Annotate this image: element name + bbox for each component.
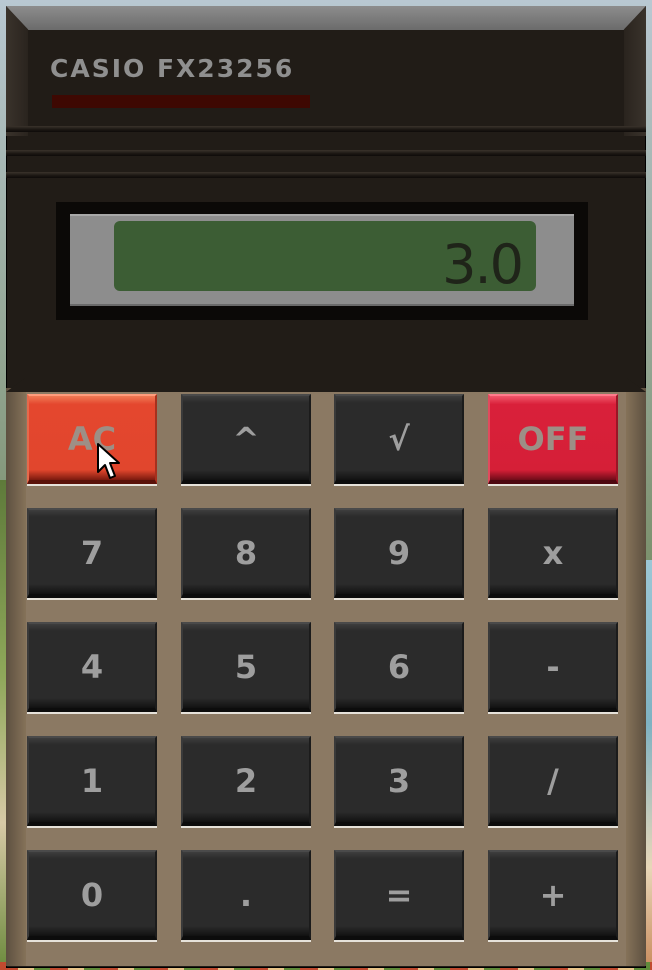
top-bevel [6,6,646,30]
subtract-button[interactable]: - [488,622,618,712]
digit-6-button[interactable]: 6 [334,622,464,712]
keypad-top-edge [6,378,646,392]
body-ridge [6,126,646,132]
digit-1-button[interactable]: 1 [27,736,157,826]
digit-0-button[interactable]: 0 [27,850,157,940]
mouse-cursor-icon [97,443,120,479]
divide-button[interactable]: / [488,736,618,826]
display-value: 3.0 [442,233,524,296]
digit-3-button[interactable]: 3 [334,736,464,826]
keypad-right-edge [626,388,646,966]
digit-4-button[interactable]: 4 [27,622,157,712]
digit-7-button[interactable]: 7 [27,508,157,598]
multiply-button[interactable]: x [488,508,618,598]
square-root-button[interactable]: √ [334,394,464,484]
equals-button[interactable]: = [334,850,464,940]
calculator-body: CASIO FX23256 3.0 AC ^ √ OFF 7 8 9 x 4 5… [6,6,646,968]
keypad-left-edge [6,388,26,966]
add-button[interactable]: + [488,850,618,940]
body-ridge [6,150,646,156]
all-clear-button[interactable]: AC [27,394,157,484]
digit-9-button[interactable]: 9 [334,508,464,598]
digit-2-button[interactable]: 2 [181,736,311,826]
digit-5-button[interactable]: 5 [181,622,311,712]
off-button[interactable]: OFF [488,394,618,484]
lcd-display: 3.0 [114,221,536,296]
brand-label: CASIO FX23256 [50,54,295,83]
decimal-point-button[interactable]: . [181,850,311,940]
power-button[interactable]: ^ [181,394,311,484]
solar-panel-strip [52,95,310,108]
digit-8-button[interactable]: 8 [181,508,311,598]
body-ridge [6,172,646,178]
